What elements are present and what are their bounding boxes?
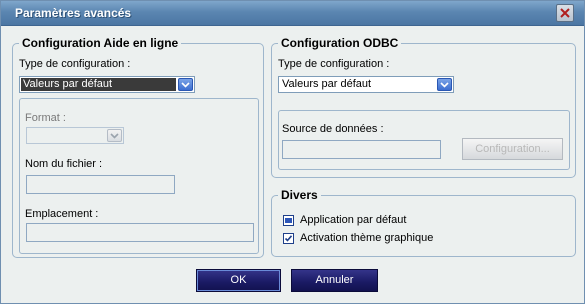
chevron-down-icon[interactable] [107, 129, 122, 142]
misc-legend: Divers [278, 188, 321, 202]
close-button[interactable] [556, 4, 574, 22]
odbc-config-legend: Configuration ODBC [278, 36, 402, 50]
source-label: Source de données : [282, 123, 384, 135]
location-label: Emplacement : [25, 208, 99, 220]
title-bar: Paramètres avancés [1, 1, 584, 26]
source-input[interactable] [282, 140, 441, 159]
chevron-down-icon[interactable] [178, 78, 193, 91]
filename-input[interactable] [26, 175, 175, 194]
help-details-subgroup: Format : Nom du fichier : Emplacement : [19, 98, 259, 254]
app-default-checkbox[interactable] [283, 215, 294, 226]
help-type-value: Valeurs par défaut [23, 78, 113, 90]
app-default-label: Application par défaut [300, 214, 407, 226]
format-select[interactable] [26, 127, 124, 144]
advanced-settings-dialog: Paramètres avancés Configuration Aide en… [0, 0, 585, 304]
odbc-config-group: Configuration ODBC Type de configuration… [271, 36, 576, 178]
odbc-details-subgroup: Source de données : Configuration... [278, 110, 570, 170]
theme-activation-checkbox[interactable] [283, 233, 294, 244]
help-type-select[interactable]: Valeurs par défaut [19, 76, 195, 93]
checkmark-icon [284, 235, 293, 242]
odbc-type-select[interactable]: Valeurs par défaut [278, 76, 454, 93]
configuration-button[interactable]: Configuration... [462, 138, 563, 160]
help-type-label: Type de configuration : [19, 58, 131, 70]
chevron-down-icon[interactable] [437, 78, 452, 91]
cancel-button[interactable]: Annuler [291, 269, 378, 292]
odbc-type-label: Type de configuration : [278, 58, 390, 70]
ok-button[interactable]: OK [196, 269, 281, 292]
misc-group: Divers Application par défaut Activation… [271, 188, 576, 257]
help-config-group: Configuration Aide en ligne Type de conf… [12, 36, 264, 258]
odbc-type-value: Valeurs par défaut [282, 78, 372, 90]
format-label: Format : [25, 112, 66, 124]
location-input[interactable] [26, 223, 254, 242]
filename-label: Nom du fichier : [25, 158, 103, 170]
theme-activation-label: Activation thème graphique [300, 232, 434, 244]
window-title: Paramètres avancés [15, 6, 132, 20]
help-config-legend: Configuration Aide en ligne [19, 36, 182, 50]
close-icon [560, 8, 570, 18]
